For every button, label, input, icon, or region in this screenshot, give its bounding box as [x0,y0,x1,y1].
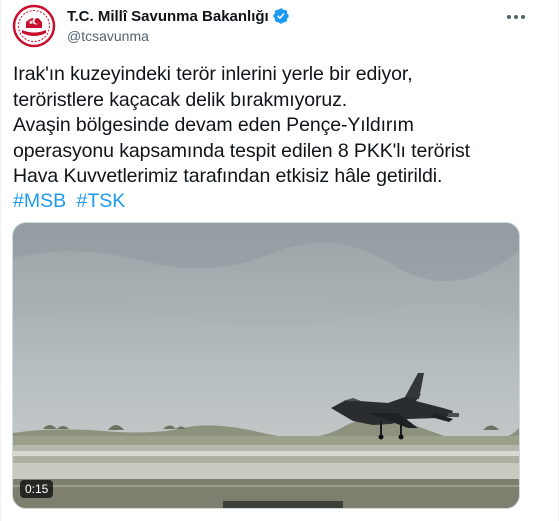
fighter-jet-video-thumbnail [13,223,519,508]
author-display-name[interactable]: T.C. Millî Savunma Bakanlığı [67,8,269,25]
video-player[interactable] [12,222,520,509]
tweet-text: Irak'ın kuzeyindeki terör inlerini yerle… [13,63,470,187]
avatar[interactable] [12,4,56,48]
more-dot-icon [507,15,511,19]
hashtag-msb-link[interactable]: #MSB [13,190,66,212]
hashtag-tsk-link[interactable]: #TSK [77,190,126,212]
more-options-button[interactable] [498,3,534,31]
video-duration-badge: 0:15 [20,480,54,498]
more-dot-icon [521,15,525,19]
tweet-card: T.C. Millî Savunma Bakanlığı @tcsavunma … [0,0,559,521]
verified-badge-icon [273,8,289,24]
ministry-emblem-icon [12,4,56,48]
hashtags: #MSB #TSK [13,189,130,214]
more-dot-icon [514,15,518,19]
author-name-row: T.C. Millî Savunma Bakanlığı [67,7,290,25]
author-handle[interactable]: @tcsavunma [67,28,149,44]
